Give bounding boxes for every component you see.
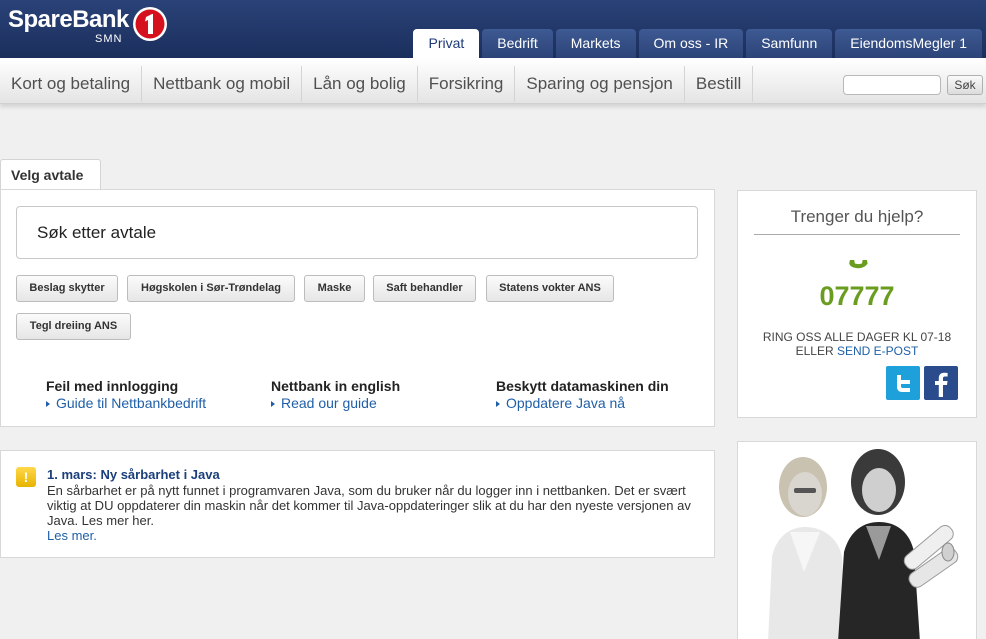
tab-velg-avtale[interactable]: Velg avtale <box>0 159 101 191</box>
help-title: Trenger du hjelp? <box>790 207 924 226</box>
sparebank-logo-icon <box>133 7 167 41</box>
tab-om-oss[interactable]: Om oss - IR <box>638 29 744 58</box>
logo-wordmark: SpareBank <box>8 6 129 33</box>
nav-bestill[interactable]: Bestill <box>685 66 754 102</box>
info-english: Nettbank in english Read our guide <box>271 378 491 411</box>
chip-beslag-skytter[interactable]: Beslag skytter <box>16 275 118 302</box>
twitter-button[interactable] <box>886 366 920 400</box>
help-phone-number[interactable]: 07777 <box>738 281 976 312</box>
tab-bedrift[interactable]: Bedrift <box>482 29 553 58</box>
info-beskytt: Beskytt datamaskinen din Oppdatere Java … <box>496 378 716 411</box>
site-search-input[interactable] <box>843 75 941 95</box>
nav-sparing-og-pensjon[interactable]: Sparing og pensjon <box>515 66 685 102</box>
send-epost-link[interactable]: SEND E-POST <box>837 344 918 358</box>
tab-eiendomsmegler[interactable]: EiendomsMegler 1 <box>835 29 982 58</box>
info-title: Feil med innlogging <box>46 378 179 394</box>
arrow-right-icon <box>271 401 275 408</box>
tab-privat[interactable]: Privat <box>413 29 480 58</box>
main-nav: Kort og betaling Nettbank og mobil Lån o… <box>0 58 986 104</box>
facebook-button[interactable] <box>924 366 958 400</box>
logo-sub: SMN <box>95 33 123 45</box>
notice-title: 1. mars: Ny sårbarhet i Java <box>47 467 220 482</box>
info-link-java[interactable]: Oppdatere Java nå <box>496 395 716 411</box>
nav-forsikring[interactable]: Forsikring <box>418 66 516 102</box>
twitter-icon <box>897 375 910 392</box>
sparebank-logo[interactable]: SpareBank SMN <box>8 6 173 48</box>
tab-samfunn[interactable]: Samfunn <box>746 29 833 58</box>
chip-tegl-dreiing[interactable]: Tegl dreiing ANS <box>16 313 131 340</box>
promo-photo <box>737 441 977 639</box>
top-tabs: Privat Bedrift Markets Om oss - IR Samfu… <box>413 29 982 58</box>
arrow-right-icon <box>496 401 500 408</box>
site-header: SpareBank SMN Privat Bedrift Markets Om … <box>0 0 986 58</box>
arrow-right-icon <box>46 401 50 408</box>
info-title: Beskytt datamaskinen din <box>496 378 669 394</box>
avtale-panel: Søk etter avtale Beslag skytter Høgskole… <box>0 189 715 427</box>
info-link-read-guide[interactable]: Read our guide <box>271 395 491 411</box>
info-innlogging: Feil med innlogging Guide til Nettbankbe… <box>46 378 266 411</box>
nav-lan-og-bolig[interactable]: Lån og bolig <box>302 66 418 102</box>
java-notice: ! 1. mars: Ny sårbarhet i Java En sårbar… <box>0 450 715 558</box>
phone-icon <box>849 260 868 269</box>
notice-read-more-link[interactable]: Les mer. <box>47 528 97 543</box>
people-photo <box>738 442 976 639</box>
facebook-icon <box>935 372 948 397</box>
info-title: Nettbank in english <box>271 378 401 394</box>
notice-body: En sårbarhet er på nytt funnet i program… <box>47 483 691 528</box>
tab-markets[interactable]: Markets <box>555 29 636 58</box>
divider <box>754 234 960 235</box>
nav-kort-og-betaling[interactable]: Kort og betaling <box>0 66 143 102</box>
chip-maske[interactable]: Maske <box>304 275 365 302</box>
warning-icon: ! <box>16 467 36 487</box>
chip-statens-vokter[interactable]: Statens vokter ANS <box>486 275 614 302</box>
help-panel: Trenger du hjelp? 07777 RING OSS ALLE DA… <box>737 190 977 418</box>
info-link-guide[interactable]: Guide til Nettbankbedrift <box>46 395 266 411</box>
chip-saft-behandler[interactable]: Saft behandler <box>373 275 476 302</box>
chip-hogskolen[interactable]: Høgskolen i Sør-Trøndelag <box>127 275 295 302</box>
nav-nettbank-og-mobil[interactable]: Nettbank og mobil <box>142 66 303 102</box>
help-hours: RING OSS ALLE DAGER KL 07-18 ELLER SEND … <box>762 330 952 358</box>
avtale-search-input[interactable]: Søk etter avtale <box>16 206 698 259</box>
site-search-button[interactable]: Søk <box>947 75 983 95</box>
